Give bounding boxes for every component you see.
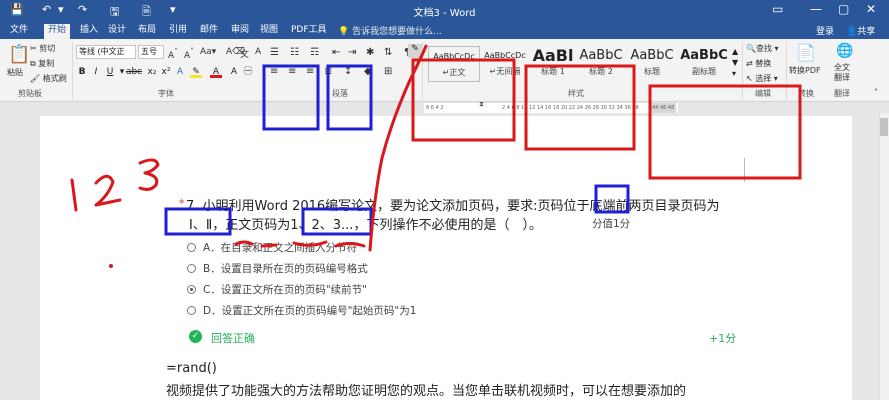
red-box-heading-styles xyxy=(524,64,636,151)
red-dash xyxy=(234,240,254,246)
red-box-editing xyxy=(648,84,802,180)
handwritten-1 xyxy=(70,178,78,212)
blue-box-bottom-word xyxy=(594,184,630,214)
red-dash xyxy=(260,243,278,248)
red-pen-stroke xyxy=(368,44,428,252)
red-dash xyxy=(334,242,366,248)
blue-box-paragraph-left xyxy=(262,64,320,131)
handwritten-2 xyxy=(94,174,122,207)
blue-box-paragraph-right xyxy=(326,64,373,131)
red-box-normal-style xyxy=(411,58,516,142)
handwritten-3 xyxy=(138,158,160,191)
blue-box-roman xyxy=(164,207,232,236)
blue-box-arabic xyxy=(301,207,373,236)
red-dot xyxy=(109,264,113,268)
annotation-overlay xyxy=(70,44,802,268)
red-dash xyxy=(292,240,328,247)
